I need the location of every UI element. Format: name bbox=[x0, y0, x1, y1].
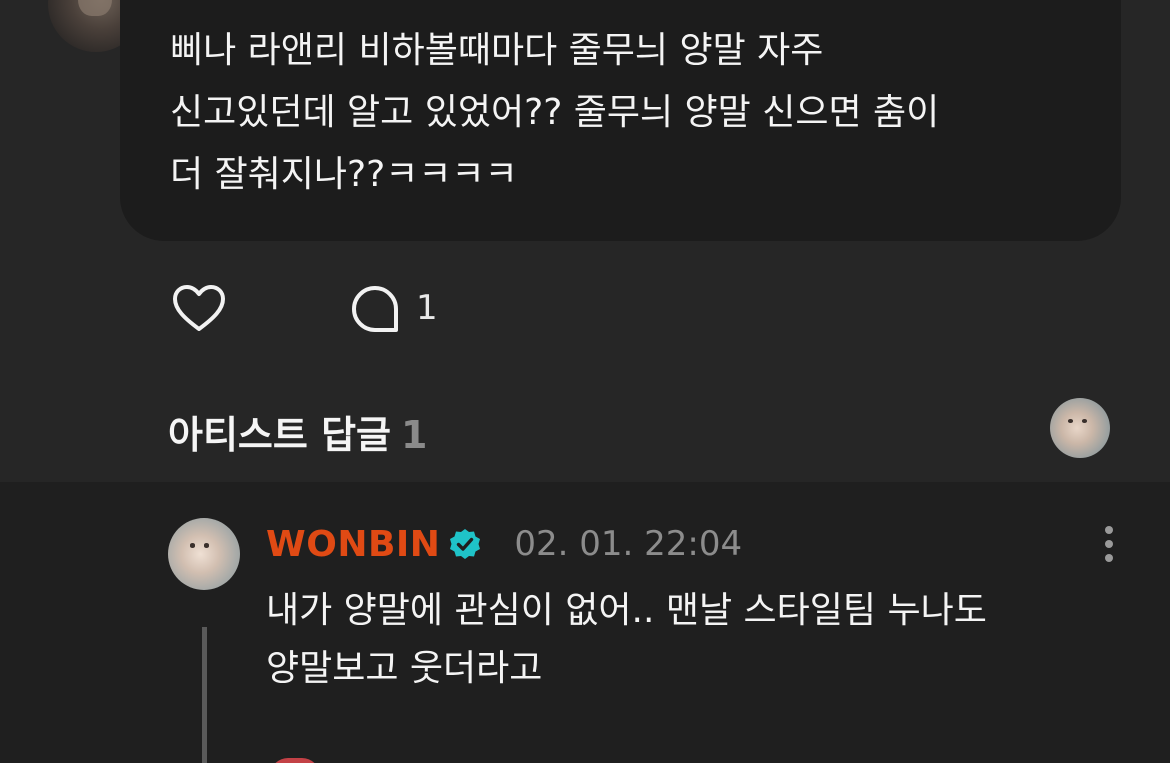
screen: 삐나 라앤리 비하볼때마다 줄무늬 양말 자주 신고있던데 알고 있었어?? 줄… bbox=[0, 0, 1170, 763]
verified-badge-icon bbox=[448, 527, 482, 561]
heart-outline-icon[interactable] bbox=[170, 282, 228, 336]
post-bubble: 삐나 라앤리 비하볼때마다 줄무늬 양말 자주 신고있던데 알고 있었어?? 줄… bbox=[120, 0, 1121, 241]
vertical-ellipsis-icon[interactable] bbox=[1096, 524, 1122, 564]
post-text: 삐나 라앤리 비하볼때마다 줄무늬 양말 자주 신고있던데 알고 있었어?? 줄… bbox=[170, 30, 940, 195]
reply-meta: WONBIN 02. 01. 22:04 bbox=[266, 522, 742, 566]
reply-text: 내가 양말에 관심이 없어.. 맨날 스타일팀 누나도 양말보고 웃더라고 bbox=[266, 590, 987, 689]
reply-timestamp: 02. 01. 22:04 bbox=[514, 524, 743, 564]
fan-post: 삐나 라앤리 비하볼때마다 줄무늬 양말 자주 신고있던데 알고 있었어?? 줄… bbox=[0, 0, 1170, 482]
reply-heart-icon[interactable] bbox=[270, 758, 320, 763]
thread-line bbox=[202, 627, 207, 763]
artist-replies-header: 아티스트 답글 1 bbox=[168, 404, 428, 457]
artist-avatar[interactable] bbox=[168, 518, 240, 590]
post-actions: 1 bbox=[0, 278, 600, 338]
reply-author[interactable]: WONBIN bbox=[266, 524, 440, 565]
artist-avatar-small[interactable] bbox=[1050, 398, 1110, 458]
artist-reply: WONBIN 02. 01. 22:04 내가 양말에 관심이 없어.. 맨날 … bbox=[0, 482, 1170, 763]
comment-count: 1 bbox=[416, 288, 438, 328]
speech-bubble-icon[interactable] bbox=[348, 282, 404, 336]
artist-replies-count: 1 bbox=[401, 413, 428, 457]
artist-replies-title: 아티스트 답글 bbox=[168, 413, 391, 457]
